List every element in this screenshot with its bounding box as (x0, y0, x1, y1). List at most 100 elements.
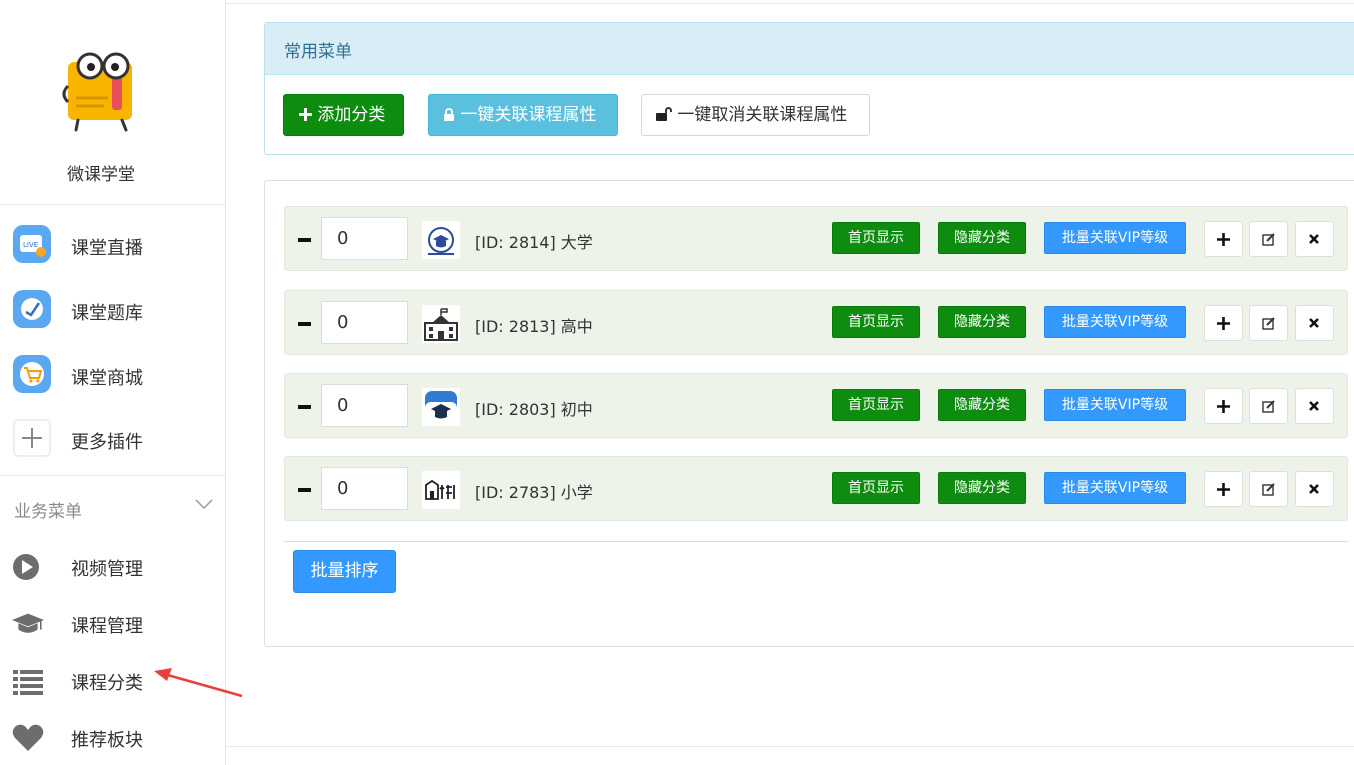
category-name: [ID: 2814] 大学 (475, 233, 593, 252)
close-icon (1309, 401, 1319, 411)
heart-icon (12, 724, 44, 751)
sidebar-item-label: 课堂直播 (71, 238, 143, 259)
red-arrow-annotation (154, 668, 243, 698)
sidebar-item-course[interactable]: 课程管理 (0, 599, 225, 649)
brand-logo-icon (62, 52, 132, 132)
plus-icon (1217, 483, 1230, 496)
category-row: [ID: 2803] 初中 首页显示 隐藏分类 批量关联VIP等级 (284, 373, 1348, 438)
plus-icon (299, 108, 312, 121)
link-vip-level-button[interactable]: 批量关联VIP等级 (1044, 306, 1186, 338)
panel-title: 常用菜单 (265, 23, 1354, 75)
category-list-panel: [ID: 2814] 大学 首页显示 隐藏分类 批量关联VIP等级 [ID: 2… (264, 180, 1354, 647)
common-menu-panel: 常用菜单 添加分类 一键关联课程属性 一键取消关联课程属性 (264, 22, 1354, 155)
plus-icon (1217, 317, 1230, 330)
add-subcategory-button[interactable] (1204, 388, 1243, 424)
edit-category-button[interactable] (1249, 388, 1288, 424)
delete-category-button[interactable] (1295, 471, 1334, 507)
divider (284, 541, 1348, 542)
collapse-icon[interactable] (298, 488, 311, 492)
sidebar-item-label: 课堂题库 (71, 303, 143, 324)
sort-input[interactable] (321, 467, 408, 510)
sidebar-item-shop[interactable]: 课堂商城 (0, 347, 225, 403)
brand-name: 微课学堂 (67, 165, 135, 185)
hide-category-button[interactable]: 隐藏分类 (938, 389, 1026, 421)
divider (226, 746, 1354, 747)
link-vip-level-button[interactable]: 批量关联VIP等级 (1044, 389, 1186, 421)
play-circle-icon (13, 554, 39, 580)
hide-category-button[interactable]: 隐藏分类 (938, 222, 1026, 254)
sidebar-item-video[interactable]: 视频管理 (0, 542, 225, 592)
svg-text:LIVE: LIVE (23, 241, 38, 249)
close-icon (1309, 234, 1319, 244)
category-row: [ID: 2813] 高中 首页显示 隐藏分类 批量关联VIP等级 (284, 290, 1348, 355)
unlink-course-attributes-button[interactable]: 一键取消关联课程属性 (641, 94, 870, 136)
sidebar-item-live[interactable]: LIVE 课堂直播 (0, 217, 225, 273)
chevron-down-icon[interactable] (194, 494, 214, 514)
zhongkao-icon (422, 388, 460, 426)
edit-icon (1262, 317, 1275, 330)
lock-icon (444, 108, 454, 121)
divider (226, 3, 1354, 4)
unlink-course-attributes-label: 一键取消关联课程属性 (677, 105, 848, 125)
business-menu-title[interactable]: 业务菜单 (14, 497, 82, 522)
add-category-label: 添加分类 (317, 105, 386, 125)
category-row: [ID: 2783] 小学 首页显示 隐藏分类 批量关联VIP等级 (284, 456, 1348, 521)
category-row: [ID: 2814] 大学 首页显示 隐藏分类 批量关联VIP等级 (284, 206, 1348, 271)
plus-icon (1217, 400, 1230, 413)
category-name: [ID: 2813] 高中 (475, 317, 593, 336)
sidebar-item-label: 课程分类 (71, 673, 143, 694)
live-tv-icon: LIVE (13, 225, 51, 263)
hide-category-button[interactable]: 隐藏分类 (938, 306, 1026, 338)
primary-school-icon (422, 471, 460, 509)
category-name: [ID: 2803] 初中 (475, 400, 593, 419)
category-name: [ID: 2783] 小学 (475, 483, 593, 502)
show-on-homepage-button[interactable]: 首页显示 (832, 222, 920, 254)
edit-category-button[interactable] (1249, 221, 1288, 257)
sidebar-item-label: 课堂商城 (71, 368, 143, 389)
sort-input[interactable] (321, 217, 408, 260)
delete-category-button[interactable] (1295, 221, 1334, 257)
graduation-cap-icon (12, 613, 44, 633)
brand: 微课学堂 (0, 0, 225, 205)
delete-category-button[interactable] (1295, 388, 1334, 424)
show-on-homepage-button[interactable]: 首页显示 (832, 306, 920, 338)
add-subcategory-button[interactable] (1204, 471, 1243, 507)
close-icon (1309, 484, 1319, 494)
edit-icon (1262, 233, 1275, 246)
plus-icon (1217, 233, 1230, 246)
collapse-icon[interactable] (298, 405, 311, 409)
add-subcategory-button[interactable] (1204, 305, 1243, 341)
university-icon (422, 221, 460, 259)
collapse-icon[interactable] (298, 322, 311, 326)
edit-icon (1262, 400, 1275, 413)
delete-category-button[interactable] (1295, 305, 1334, 341)
edit-category-button[interactable] (1249, 305, 1288, 341)
plus-icon (13, 419, 51, 457)
close-icon (1309, 318, 1319, 328)
question-bank-icon (13, 290, 51, 328)
sidebar-item-label: 课程管理 (71, 616, 143, 637)
shopping-cart-icon (13, 355, 51, 393)
batch-sort-button[interactable]: 批量排序 (293, 550, 396, 593)
show-on-homepage-button[interactable]: 首页显示 (832, 472, 920, 504)
link-vip-level-button[interactable]: 批量关联VIP等级 (1044, 472, 1186, 504)
link-vip-level-button[interactable]: 批量关联VIP等级 (1044, 222, 1186, 254)
edit-category-button[interactable] (1249, 471, 1288, 507)
sidebar-item-more-plugins[interactable]: 更多插件 (0, 411, 225, 467)
sidebar-item-label: 推荐板块 (71, 730, 143, 751)
show-on-homepage-button[interactable]: 首页显示 (832, 389, 920, 421)
sort-input[interactable] (321, 384, 408, 427)
link-course-attributes-button[interactable]: 一键关联课程属性 (428, 94, 618, 136)
sort-input[interactable] (321, 301, 408, 344)
hide-category-button[interactable]: 隐藏分类 (938, 472, 1026, 504)
school-building-icon (422, 305, 460, 343)
collapse-icon[interactable] (298, 238, 311, 242)
add-subcategory-button[interactable] (1204, 221, 1243, 257)
edit-icon (1262, 483, 1275, 496)
sidebar: 微课学堂 LIVE 课堂直播 课堂题库 课堂商城 更多插件 业务菜单 视频管理 … (0, 0, 226, 765)
divider (0, 475, 225, 476)
add-category-button[interactable]: 添加分类 (283, 94, 404, 136)
sidebar-item-recommend[interactable]: 推荐板块 (0, 713, 225, 763)
sidebar-item-question-bank[interactable]: 课堂题库 (0, 282, 225, 338)
list-icon (13, 670, 43, 695)
